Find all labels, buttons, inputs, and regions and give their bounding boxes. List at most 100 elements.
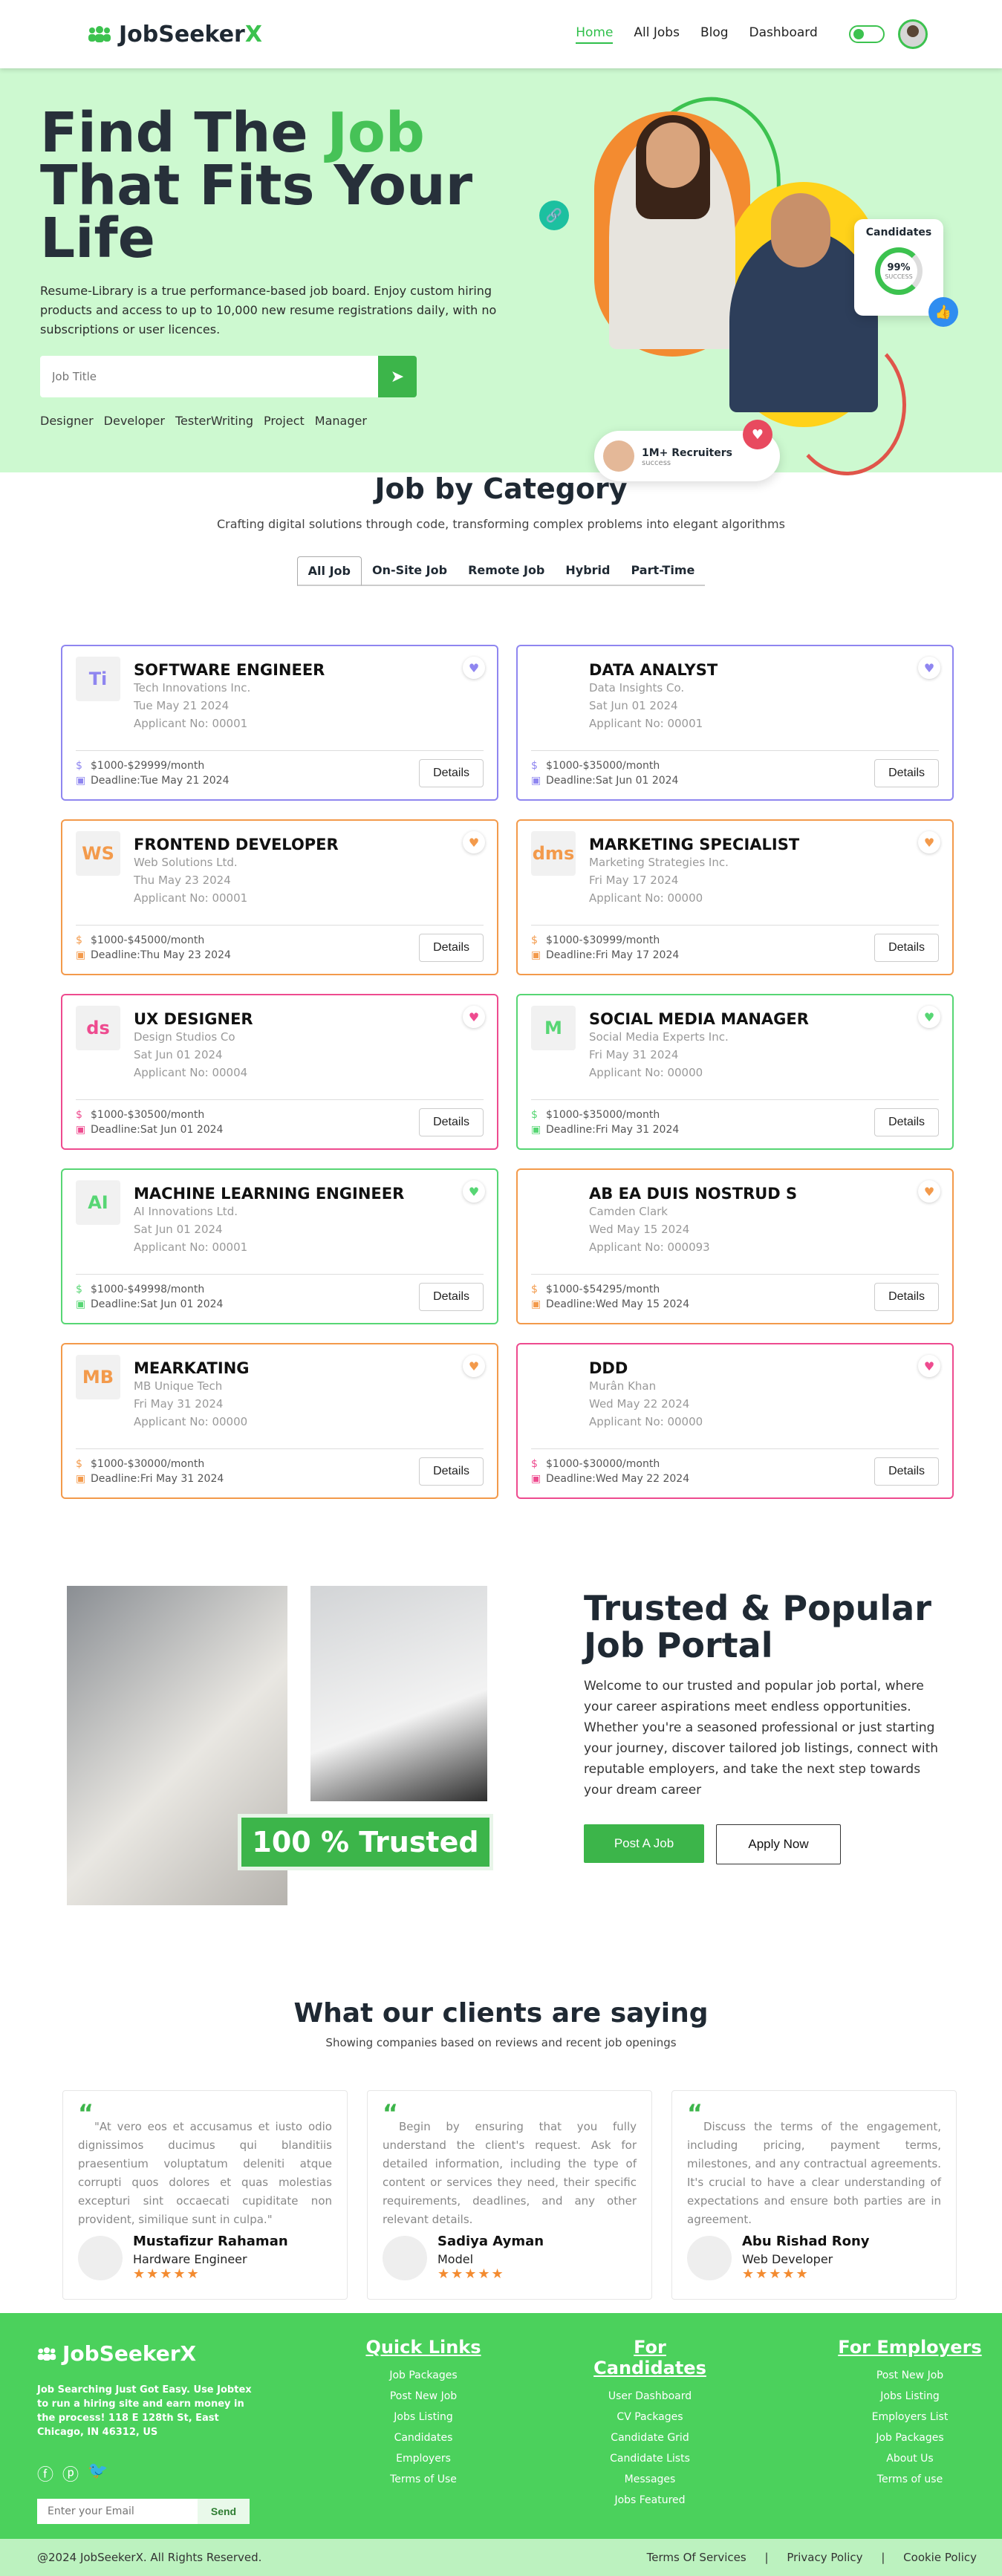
company-logo: WS bbox=[76, 831, 120, 876]
tab-all-job[interactable]: All Job bbox=[296, 556, 362, 586]
footer-link[interactable]: User Dashboard bbox=[576, 2386, 724, 2407]
footer-link[interactable]: Jobs Listing bbox=[828, 2386, 992, 2407]
nav-link-blog[interactable]: Blog bbox=[700, 25, 729, 44]
nav-link-all-jobs[interactable]: All Jobs bbox=[634, 25, 680, 44]
favorite-heart-icon[interactable]: ♥ bbox=[463, 1355, 485, 1377]
nav-link-home[interactable]: Home bbox=[576, 25, 614, 44]
details-button[interactable]: Details bbox=[874, 1108, 939, 1136]
details-button[interactable]: Details bbox=[419, 1457, 484, 1486]
job-title[interactable]: SOFTWARE ENGINEER bbox=[134, 661, 325, 679]
dollar-icon: $ bbox=[531, 1284, 538, 1295]
favorite-heart-icon[interactable]: ♥ bbox=[463, 1180, 485, 1203]
favorite-heart-icon[interactable]: ♥ bbox=[463, 657, 485, 679]
twitter-icon[interactable]: 🐦 bbox=[88, 2462, 108, 2485]
tag-designer[interactable]: Designer bbox=[40, 414, 94, 428]
job-card[interactable]: ♥ DDD Murân Khan Wed May 22 2024 Applicant N… bbox=[516, 1343, 954, 1499]
cookie-link[interactable]: Cookie Policy bbox=[903, 2551, 977, 2564]
job-card[interactable]: ♥ M SOCIAL MEDIA MANAGER Social Media Exper… bbox=[516, 994, 954, 1150]
job-title[interactable]: AB EA DUIS NOSTRUD S bbox=[589, 1185, 797, 1203]
footer-link[interactable]: Terms of Use bbox=[357, 2469, 490, 2490]
job-title[interactable]: MACHINE LEARNING ENGINEER bbox=[134, 1185, 404, 1203]
search-submit-button[interactable]: ➤ bbox=[378, 356, 417, 397]
job-title[interactable]: DATA ANALYST bbox=[589, 661, 718, 679]
job-card[interactable]: ♥ AI MACHINE LEARNING ENGINEER AI Innovatio… bbox=[61, 1168, 498, 1324]
job-title[interactable]: FRONTEND DEVELOPER bbox=[134, 836, 339, 853]
facebook-icon[interactable]: ⓕ bbox=[37, 2462, 53, 2485]
footer-link[interactable]: Job Packages bbox=[828, 2427, 992, 2448]
tag-project[interactable]: Project bbox=[264, 414, 305, 428]
favorite-heart-icon[interactable]: ♥ bbox=[463, 1006, 485, 1028]
brand-logo[interactable]: JobSeekerX bbox=[88, 22, 262, 48]
theme-toggle[interactable] bbox=[848, 25, 885, 43]
footer-link[interactable]: CV Packages bbox=[576, 2407, 724, 2427]
job-card[interactable]: ♥ AB EA DUIS NOSTRUD S Camden Clark Wed May… bbox=[516, 1168, 954, 1324]
favorite-heart-icon[interactable]: ♥ bbox=[918, 1006, 940, 1028]
tab-remote-job[interactable]: Remote Job bbox=[458, 556, 556, 586]
company-name: Camden Clark bbox=[589, 1205, 668, 1218]
pinterest-icon[interactable]: ⓟ bbox=[62, 2462, 79, 2485]
job-title[interactable]: MEARKATING bbox=[134, 1359, 250, 1377]
job-card[interactable]: ♥ DATA ANALYST Data Insights Co. Sat Jun 01… bbox=[516, 645, 954, 801]
email-field[interactable] bbox=[37, 2499, 198, 2524]
footer-link[interactable]: Job Packages bbox=[357, 2365, 490, 2386]
job-title[interactable]: UX DESIGNER bbox=[134, 1010, 253, 1028]
footer-link[interactable]: Candidates bbox=[357, 2427, 490, 2448]
job-title[interactable]: SOCIAL MEDIA MANAGER bbox=[589, 1010, 809, 1028]
details-button[interactable]: Details bbox=[419, 934, 484, 962]
favorite-heart-icon[interactable]: ♥ bbox=[918, 831, 940, 853]
post-job-button[interactable]: Post A Job bbox=[584, 1824, 704, 1863]
footer-link[interactable]: Candidate Lists bbox=[576, 2448, 724, 2469]
job-card-header: dms MARKETING SPECIALIST Marketing Strateg… bbox=[531, 831, 939, 914]
tab-hybrid[interactable]: Hybrid bbox=[555, 556, 621, 586]
favorite-heart-icon[interactable]: ♥ bbox=[463, 831, 485, 853]
job-title[interactable]: DDD bbox=[589, 1359, 703, 1377]
privacy-link[interactable]: Privacy Policy bbox=[787, 2551, 862, 2564]
job-title-input[interactable] bbox=[40, 356, 378, 397]
footer-link[interactable]: Post New Job bbox=[357, 2386, 490, 2407]
tag-testerwriting[interactable]: TesterWriting bbox=[175, 414, 253, 428]
footer-link[interactable]: Post New Job bbox=[828, 2365, 992, 2386]
terms-link[interactable]: Terms Of Services bbox=[647, 2551, 746, 2564]
details-button[interactable]: Details bbox=[419, 1283, 484, 1311]
user-avatar[interactable] bbox=[897, 19, 928, 49]
job-card[interactable]: ♥ Ti SOFTWARE ENGINEER Tech Innovations Inc… bbox=[61, 645, 498, 801]
favorite-heart-icon[interactable]: ♥ bbox=[918, 1355, 940, 1377]
footer-bottom-bar: @2024 JobSeekerX. All Rights Reserved. T… bbox=[0, 2539, 1002, 2576]
favorite-heart-icon[interactable]: ♥ bbox=[918, 657, 940, 679]
job-card[interactable]: ♥ MB MEARKATING MB Unique Tech Fri May 31 20… bbox=[61, 1343, 498, 1499]
footer-link[interactable]: Candidate Grid bbox=[576, 2427, 724, 2448]
author-name: Sadiya Ayman bbox=[437, 2234, 544, 2249]
tag-developer[interactable]: Developer bbox=[104, 414, 165, 428]
deadline: Deadline:Thu May 23 2024 bbox=[91, 949, 231, 961]
footer-link[interactable]: About Us bbox=[828, 2448, 992, 2469]
footer-link[interactable]: Employers bbox=[357, 2448, 490, 2469]
job-card-footer: $ $1000-$35000/month ▣ Deadline:Sat Jun 01 … bbox=[531, 751, 939, 788]
job-card[interactable]: ♥ ds UX DESIGNER Design Studios Co Sat Jun 0… bbox=[61, 994, 498, 1150]
details-button[interactable]: Details bbox=[874, 759, 939, 787]
apply-now-button[interactable]: Apply Now bbox=[716, 1824, 841, 1864]
salary-range: $1000-$30999/month bbox=[546, 934, 660, 946]
tab-part-time[interactable]: Part-Time bbox=[620, 556, 706, 586]
footer-link[interactable]: Employers List bbox=[828, 2407, 992, 2427]
footer-link[interactable]: Jobs Featured bbox=[576, 2490, 724, 2511]
footer-link[interactable]: Terms of use bbox=[828, 2469, 992, 2490]
details-button[interactable]: Details bbox=[874, 934, 939, 962]
thumbs-up-icon: 👍 bbox=[928, 297, 958, 327]
favorite-heart-icon[interactable]: ♥ bbox=[918, 1180, 940, 1203]
footer-legal-links: Terms Of Services | Privacy Policy | Coo… bbox=[632, 2551, 977, 2564]
footer-logo[interactable]: JobSeekerX bbox=[37, 2341, 196, 2366]
job-title[interactable]: MARKETING SPECIALIST bbox=[589, 836, 799, 853]
footer-link[interactable]: Jobs Listing bbox=[357, 2407, 490, 2427]
job-card[interactable]: ♥ WS FRONTEND DEVELOPER Web Solutions Ltd. T… bbox=[61, 819, 498, 975]
tab-on-site-job[interactable]: On-Site Job bbox=[361, 556, 458, 586]
details-button[interactable]: Details bbox=[419, 1108, 484, 1136]
applicant-number: Applicant No: 00000 bbox=[134, 1415, 248, 1428]
job-card[interactable]: ♥ dms MARKETING SPECIALIST Marketing Strate… bbox=[516, 819, 954, 975]
details-button[interactable]: Details bbox=[419, 759, 484, 787]
details-button[interactable]: Details bbox=[874, 1457, 939, 1486]
details-button[interactable]: Details bbox=[874, 1283, 939, 1311]
send-button[interactable]: Send bbox=[198, 2499, 250, 2524]
footer-link[interactable]: Messages bbox=[576, 2469, 724, 2490]
nav-link-dashboard[interactable]: Dashboard bbox=[749, 25, 818, 44]
tag-manager[interactable]: Manager bbox=[315, 414, 367, 428]
